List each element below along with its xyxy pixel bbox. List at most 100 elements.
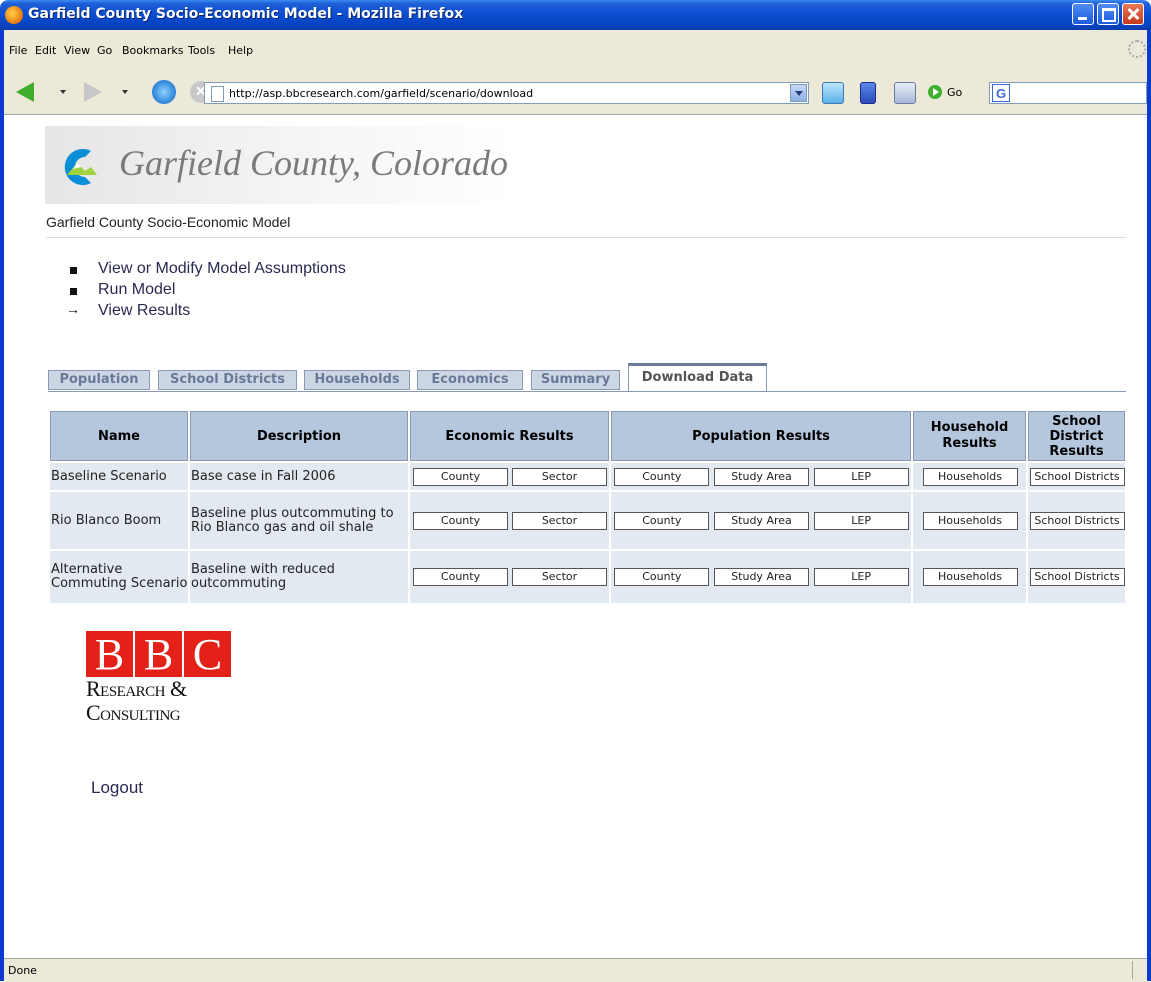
menu-file[interactable]: File [9,44,27,57]
go-label[interactable]: Go [947,86,962,99]
url-input[interactable] [229,85,779,101]
table-row: Rio Blanco Boom Baseline plus outcommuti… [50,492,1125,549]
minimize-button[interactable] [1072,3,1094,25]
bullet-icon [70,288,77,295]
county-logo-banner: Garfield County, Colorado [45,126,513,204]
population-study-area-button[interactable]: Study Area [713,467,809,486]
menu-tools[interactable]: Tools [188,44,215,57]
households-button[interactable]: Households [922,568,1018,586]
school-districts-button[interactable]: School Districts [1029,568,1125,586]
row-name: Alternative Commuting Scenario [50,551,188,603]
tab-summary[interactable]: Summary [531,370,620,390]
logout-link[interactable]: Logout [91,778,143,798]
population-lep-button[interactable]: LEP [813,511,909,530]
window-title: Garfield County Socio-Economic Model - M… [28,6,464,22]
household-cell: Households [913,492,1026,549]
download-table: Name Description Economic Results Popula… [48,409,1127,605]
header-name: Name [50,411,188,461]
go-icon[interactable] [928,85,942,99]
header-household-results: Household Results [913,411,1026,461]
economic-county-button[interactable]: County [413,467,508,486]
firefox-icon [5,6,23,24]
header-population-results: Population Results [611,411,911,461]
url-bar[interactable] [204,82,809,104]
economic-sector-button[interactable]: Sector [512,568,607,586]
table-row: Alternative Commuting Scenario Baseline … [50,551,1125,603]
status-text: Done [8,964,37,977]
menu-bar: File Edit View Go Bookmarks Tools Help [4,30,1147,74]
row-name: Baseline Scenario [50,463,188,490]
menu-help[interactable]: Help [228,44,253,57]
maximize-button[interactable] [1097,3,1119,25]
population-lep-button[interactable]: LEP [813,467,909,486]
economic-cell: County Sector [410,492,609,549]
menu-view[interactable]: View [64,44,90,57]
window-titlebar[interactable]: Garfield County Socio-Economic Model - M… [0,0,1151,30]
bbc-research-logo: B B C Research & Consulting [86,631,236,731]
row-name: Rio Blanco Boom [50,492,188,549]
economic-sector-button[interactable]: Sector [512,511,607,530]
menu-edit[interactable]: Edit [35,44,56,57]
header-economic-results: Economic Results [410,411,609,461]
reload-icon[interactable] [152,80,176,104]
status-bar: Done [4,958,1147,982]
economic-county-button[interactable]: County [413,568,508,586]
forward-icon[interactable] [84,82,102,102]
forward-dropdown-icon[interactable] [122,90,128,94]
population-county-button[interactable]: County [614,467,710,486]
current-arrow-icon: → [66,301,80,317]
email-icon[interactable] [894,82,916,104]
population-study-area-button[interactable]: Study Area [713,511,809,530]
menu-bookmarks[interactable]: Bookmarks [122,44,183,57]
table-header-row: Name Description Economic Results Popula… [50,411,1125,461]
row-description: Baseline plus outcommuting to Rio Blanco… [190,492,408,549]
bbc-line-research: Research & [86,676,187,701]
population-study-area-button[interactable]: Study Area [713,568,809,586]
school-districts-button[interactable]: School Districts [1029,511,1125,530]
menu-go[interactable]: Go [97,44,112,57]
tab-download-data[interactable]: Download Data [628,363,767,392]
new-tab-icon[interactable] [822,82,844,104]
bbc-letter: B [135,631,182,679]
page-content: Garfield County, Colorado Garfield Count… [4,115,1147,958]
close-button[interactable] [1122,3,1144,25]
economic-sector-button[interactable]: Sector [512,467,607,486]
google-search-icon[interactable]: G [992,84,1010,102]
population-lep-button[interactable]: LEP [813,568,909,586]
households-button[interactable]: Households [922,467,1018,486]
economic-cell: County Sector [410,463,609,490]
url-history-dropdown[interactable] [790,84,807,102]
population-county-button[interactable]: County [614,511,710,530]
tab-population[interactable]: Population [48,370,150,390]
bbc-letters: B B C [86,631,236,679]
back-dropdown-icon[interactable] [60,90,66,94]
population-county-button[interactable]: County [614,568,710,586]
tab-households[interactable]: Households [304,370,410,390]
school-districts-button[interactable]: School Districts [1029,467,1125,486]
school-cell: School Districts [1028,492,1125,549]
bookmarks-icon[interactable] [860,82,876,104]
household-cell: Households [913,551,1026,603]
table-row: Baseline Scenario Base case in Fall 2006… [50,463,1125,490]
nav-item-label[interactable]: View Results [98,302,190,320]
status-divider [1132,961,1133,979]
population-cell: County Study Area LEP [611,492,911,549]
nav-item-label[interactable]: Run Model [98,281,175,299]
header-school-district-results: School District Results [1028,411,1125,461]
population-cell: County Study Area LEP [611,463,911,490]
search-box[interactable]: G [989,82,1147,104]
row-description: Base case in Fall 2006 [190,463,408,490]
nav-item-label[interactable]: View or Modify Model Assumptions [98,260,346,278]
household-cell: Households [913,463,1026,490]
tab-school-districts[interactable]: School Districts [158,370,297,390]
back-icon[interactable] [16,82,34,102]
households-button[interactable]: Households [922,511,1018,530]
bbc-line-consulting: Consulting [86,700,181,725]
school-cell: School Districts [1028,551,1125,603]
header-divider [46,237,1126,238]
tab-economics[interactable]: Economics [417,370,523,390]
row-description: Baseline with reduced outcommuting [190,551,408,603]
population-cell: County Study Area LEP [611,551,911,603]
economic-county-button[interactable]: County [413,511,508,530]
header-description: Description [190,411,408,461]
